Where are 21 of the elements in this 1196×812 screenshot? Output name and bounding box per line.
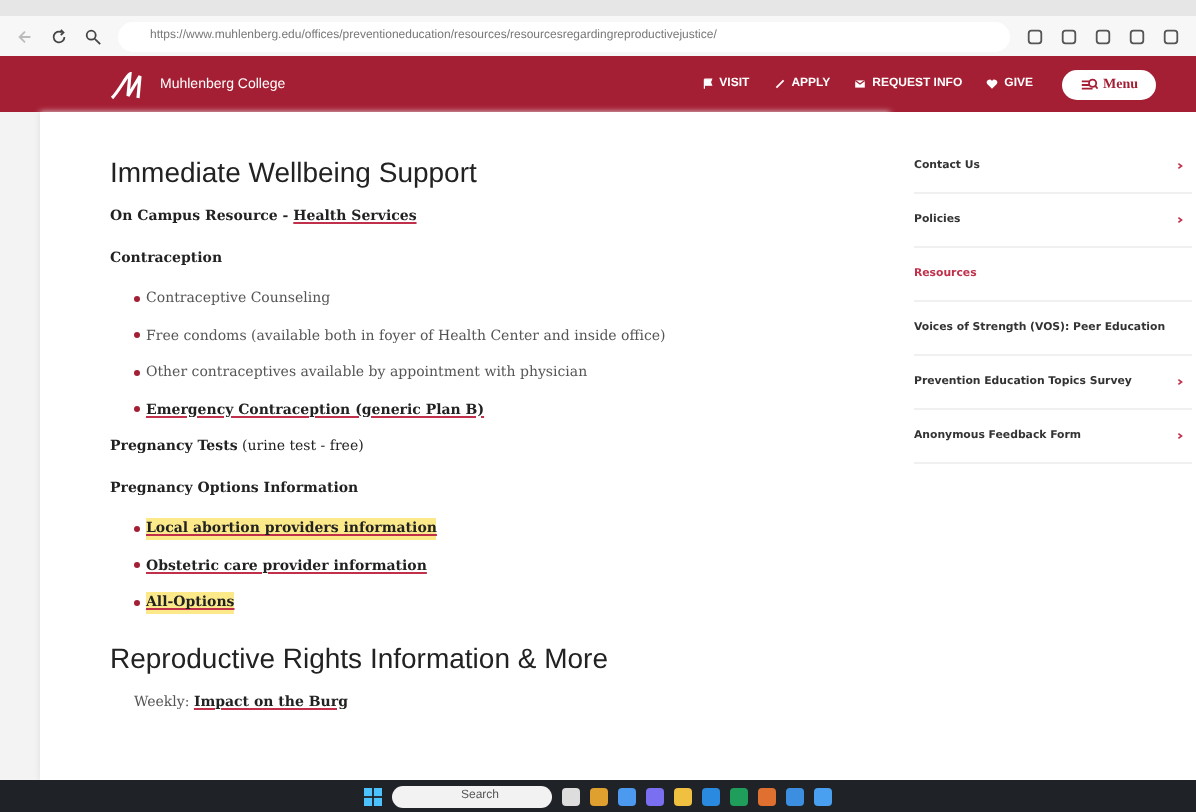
chevron-right-icon xyxy=(1176,216,1184,224)
chevron-right-icon xyxy=(1176,432,1184,440)
heart-icon xyxy=(986,78,999,90)
bullet-icon xyxy=(134,562,140,569)
chevron-right-icon xyxy=(1176,162,1184,170)
reload-icon[interactable] xyxy=(50,27,68,45)
envelope-icon xyxy=(854,78,867,90)
bullet-icon xyxy=(134,599,140,606)
section-heading: Immediate Wellbeing Support xyxy=(110,156,479,188)
start-icon[interactable] xyxy=(364,787,382,805)
pencil-icon xyxy=(773,78,786,90)
section-heading: Reproductive Rights Information & More xyxy=(110,641,610,673)
bullet-icon xyxy=(134,332,140,339)
search-icon[interactable] xyxy=(84,27,102,45)
bullet-icon xyxy=(134,406,140,413)
bullet-icon xyxy=(134,295,140,302)
chevron-right-icon xyxy=(1176,378,1184,386)
bullet-icon xyxy=(134,525,140,532)
menu-search-icon xyxy=(1079,75,1097,93)
bullet-icon xyxy=(134,369,140,376)
flag-icon xyxy=(701,78,714,90)
